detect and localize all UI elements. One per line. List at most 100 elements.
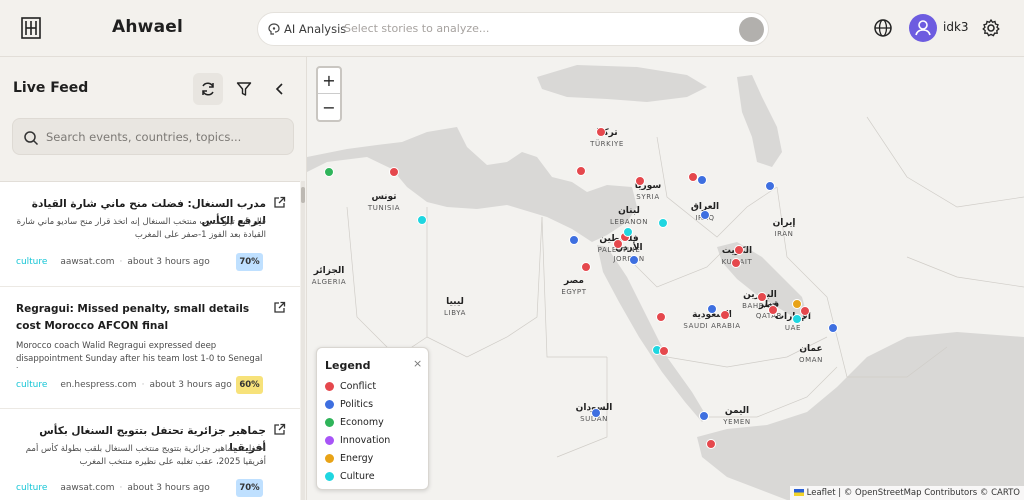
event-marker-conflict[interactable] [800,306,810,316]
external-link-icon[interactable] [273,301,286,314]
country-label-ar: إيران [773,218,796,228]
event-marker-conflict[interactable] [757,292,767,302]
event-marker-politics[interactable] [828,323,838,333]
external-link-icon[interactable] [273,423,286,436]
source-link[interactable]: en.hespress.com [60,380,136,390]
event-marker-politics[interactable] [699,411,709,421]
timestamp: about 3 hours ago [127,483,210,493]
country-label-en: TÜRKIYE [589,139,624,148]
external-link-icon[interactable] [273,196,286,209]
event-marker-conflict[interactable] [635,176,645,186]
filter-button[interactable] [229,73,259,105]
zoom-out-button[interactable]: − [318,94,340,120]
country-label-en: SAUDI ARABIA [683,322,740,330]
event-marker-culture[interactable] [792,314,802,324]
feed-card[interactable]: جماهير جزائرية تحتفل بتتويج السنغال بكأس… [0,409,300,500]
zoom-in-button[interactable]: + [318,68,340,94]
card-title[interactable]: Regragui: Missed penalty, small details … [16,301,266,335]
source-link[interactable]: aawsat.com [60,483,114,493]
country-label-ar: الجزائر [313,266,345,276]
country-label-en: IRAN [774,230,793,238]
event-marker-energy[interactable] [792,299,802,309]
legend-swatch [325,471,334,481]
legend-item-culture[interactable]: Culture [325,469,375,483]
country-label-ar: مصر [563,276,584,286]
event-marker-politics[interactable] [700,210,710,220]
event-marker-conflict[interactable] [596,127,606,137]
legend-swatch [325,381,334,391]
user-icon [915,20,931,36]
ai-analysis-label: AI Analysis [284,22,347,36]
ai-submit-button[interactable] [739,17,764,42]
feed-scrollbar[interactable] [301,181,305,500]
legend-item-innovation[interactable]: Innovation [325,433,390,447]
refresh-icon [202,82,214,96]
event-marker-conflict[interactable] [659,346,669,356]
card-summary: Morocco coach Walid Regragui expressed d… [16,341,263,368]
legend-item-politics[interactable]: Politics [325,397,373,411]
event-marker-culture[interactable] [658,218,668,228]
ukraine-flag-icon [793,489,804,496]
event-marker-conflict[interactable] [731,258,741,268]
globe-icon[interactable] [873,18,893,38]
event-marker-conflict[interactable] [768,305,778,315]
leaflet-link[interactable]: Leaflet [807,488,836,498]
country-label-en: YEMEN [722,418,750,426]
source-link[interactable]: aawsat.com [60,257,114,267]
score-badge: 70% [236,253,263,271]
feed-card[interactable]: مدرب السنغال: فضلت منح ماني شارة القيادة… [0,182,300,287]
legend-item-energy[interactable]: Energy [325,451,373,465]
gear-icon[interactable] [981,18,1001,38]
category-tag[interactable]: culture [16,380,47,390]
legend-swatch [325,399,334,409]
legend-label: Conflict [340,380,377,392]
event-marker-conflict[interactable] [581,262,591,272]
event-marker-conflict[interactable] [576,166,586,176]
country-label-ar: اليمن [725,406,749,416]
event-marker-politics[interactable] [765,181,775,191]
feed-search-input[interactable] [46,125,286,149]
event-marker-conflict[interactable] [720,310,730,320]
event-marker-politics[interactable] [569,235,579,245]
attribution-text: | © OpenStreetMap Contributors © CARTO [835,488,1020,498]
ai-analysis-bar[interactable]: AI Analysis Select stories to analyze... [257,12,769,46]
map-legend: Legend × Conflict Politics Economy Innovati… [316,347,429,490]
legend-item-economy[interactable]: Economy [325,415,384,429]
timestamp: about 3 hours ago [149,380,232,390]
ai-analysis-placeholder[interactable]: Select stories to analyze... [344,22,489,35]
event-marker-conflict[interactable] [706,439,716,449]
event-marker-culture[interactable] [623,227,633,237]
feed-card[interactable]: Regragui: Missed penalty, small details … [0,287,300,409]
app-logo-icon[interactable] [21,17,41,39]
event-marker-economy[interactable] [324,167,334,177]
event-marker-politics[interactable] [629,255,639,265]
event-marker-conflict[interactable] [613,239,623,249]
event-marker-conflict[interactable] [389,167,399,177]
collapse-sidebar-button[interactable] [265,73,295,105]
country-label-en: LIBYA [444,309,466,317]
country-label-ar: ليبيا [446,297,464,307]
avatar[interactable] [909,14,937,42]
event-marker-politics[interactable] [697,175,707,185]
legend-close-button[interactable]: × [413,357,422,370]
event-marker-politics[interactable] [591,408,601,418]
map-view[interactable]: تركيا TÜRKIYE تونس TUNISIA سوريا SYRIA لبنان LE… [307,57,1024,500]
live-feed-sidebar: Live Feed مدرب السنغال: فضلت منح ماني شا… [0,57,307,500]
event-marker-conflict[interactable] [734,245,744,255]
card-summary: قال باب تياو مدرب منتخب السنغال إنه اتخذ… [16,217,266,240]
legend-item-conflict[interactable]: Conflict [325,379,376,393]
category-tag[interactable]: culture [16,483,47,493]
category-tag[interactable]: culture [16,257,47,267]
username[interactable]: idk3 [943,20,969,34]
legend-title: Legend [325,359,371,372]
feed-search-box[interactable] [12,118,294,155]
country-label-en: JORDAN [612,255,644,263]
refresh-button[interactable] [193,73,223,105]
legend-label: Economy [340,416,384,428]
event-marker-culture[interactable] [417,215,427,225]
filter-icon [236,82,252,96]
event-marker-conflict[interactable] [688,172,698,182]
event-marker-politics[interactable] [707,304,717,314]
event-marker-conflict[interactable] [656,312,666,322]
card-meta: culture aawsat.com · about 3 hours ago [16,483,210,493]
